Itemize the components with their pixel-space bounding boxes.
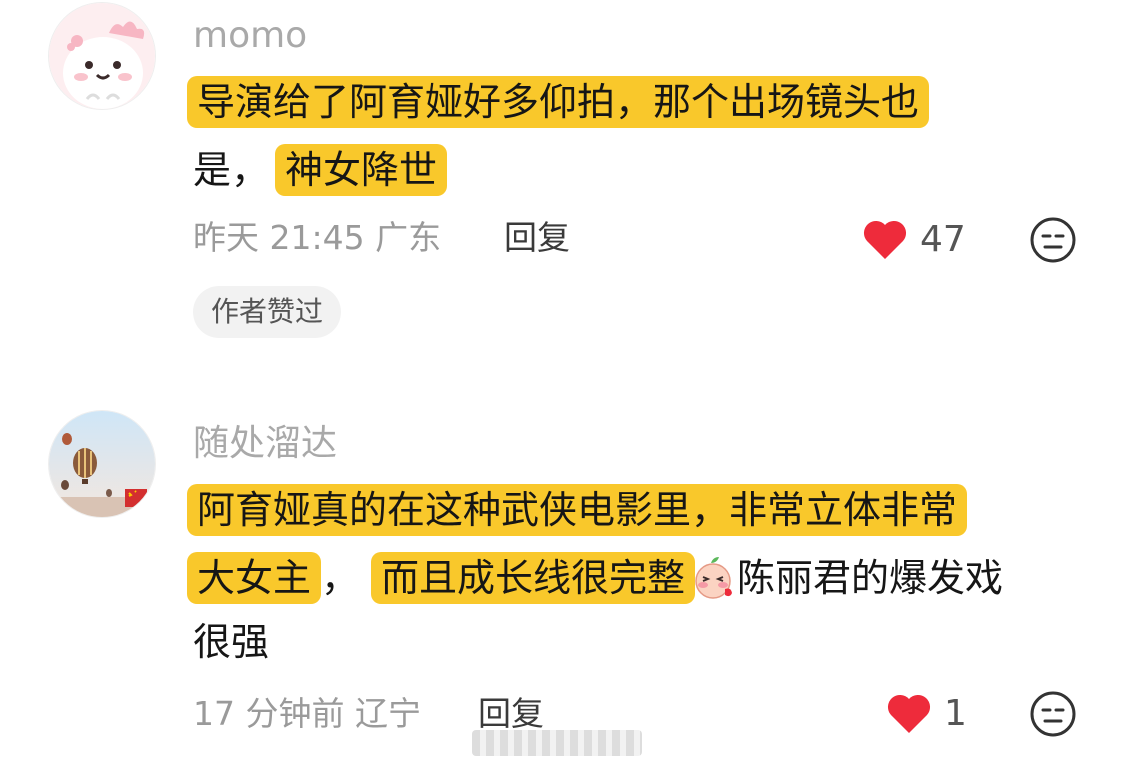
dislike-button[interactable]	[1029, 690, 1077, 738]
location: 辽宁	[354, 694, 421, 733]
avatar[interactable]	[48, 410, 156, 518]
comment-text: 是，	[193, 148, 270, 192]
comment-text-line: 很强	[193, 618, 269, 666]
neutral-face-icon	[1030, 217, 1076, 263]
comment-meta: 昨天 21:45 广东	[193, 218, 441, 258]
timestamp: 昨天 21:45	[193, 218, 365, 257]
highlight-mark: 阿育娅真的在这种武侠电影里，非常立体非常	[187, 484, 968, 536]
comment-text: 陈丽君的爆发戏	[737, 556, 1004, 600]
author-liked-badge: 作者赞过	[193, 286, 342, 338]
location: 广东	[375, 218, 442, 257]
username[interactable]: 随处溜达	[193, 424, 337, 464]
username[interactable]: momo	[193, 16, 307, 56]
heart-icon	[887, 694, 931, 733]
blushing-peach-emoji	[689, 555, 737, 599]
dislike-button[interactable]	[1029, 216, 1077, 264]
neutral-face-icon	[1030, 691, 1076, 737]
reply-button[interactable]: 回复	[504, 218, 570, 258]
comment-text: ，	[321, 556, 360, 600]
like-button[interactable]: 1	[886, 690, 967, 738]
timestamp: 17 分钟前	[193, 694, 345, 733]
comment-text: 很强	[193, 620, 270, 664]
comment-text-line: 大女主，而且成长线很完整 陈丽君的爆发戏	[187, 552, 1004, 604]
avatar[interactable]	[48, 2, 156, 110]
comment-text-line: 是， 神女降世	[193, 144, 448, 196]
like-button[interactable]: 47	[862, 216, 966, 264]
comment-meta: 17 分钟前 辽宁	[193, 694, 421, 734]
highlight-mark: 神女降世	[275, 144, 448, 196]
redaction-bar	[472, 730, 642, 756]
highlight-mark: 大女主	[187, 552, 322, 604]
heart-icon	[863, 220, 907, 259]
comment-list: momo 导演给了阿育娅好多仰拍，那个出场镜头也 是， 神女降世 昨天 21:45…	[0, 0, 1124, 768]
like-count: 1	[944, 693, 967, 734]
like-count: 47	[920, 219, 966, 260]
highlight-mark: 导演给了阿育娅好多仰拍，那个出场镜头也	[187, 76, 930, 128]
cartoon-avatar-icon	[49, 3, 155, 109]
peach-emoji-icon	[695, 557, 733, 599]
highlight-mark: 而且成长线很完整	[371, 552, 696, 604]
comment-text-line: 导演给了阿育娅好多仰拍，那个出场镜头也	[187, 76, 930, 128]
hot-air-balloon-avatar-icon	[49, 411, 155, 517]
reply-button[interactable]: 回复	[478, 694, 544, 734]
comment-text-line: 阿育娅真的在这种武侠电影里，非常立体非常	[187, 484, 968, 536]
